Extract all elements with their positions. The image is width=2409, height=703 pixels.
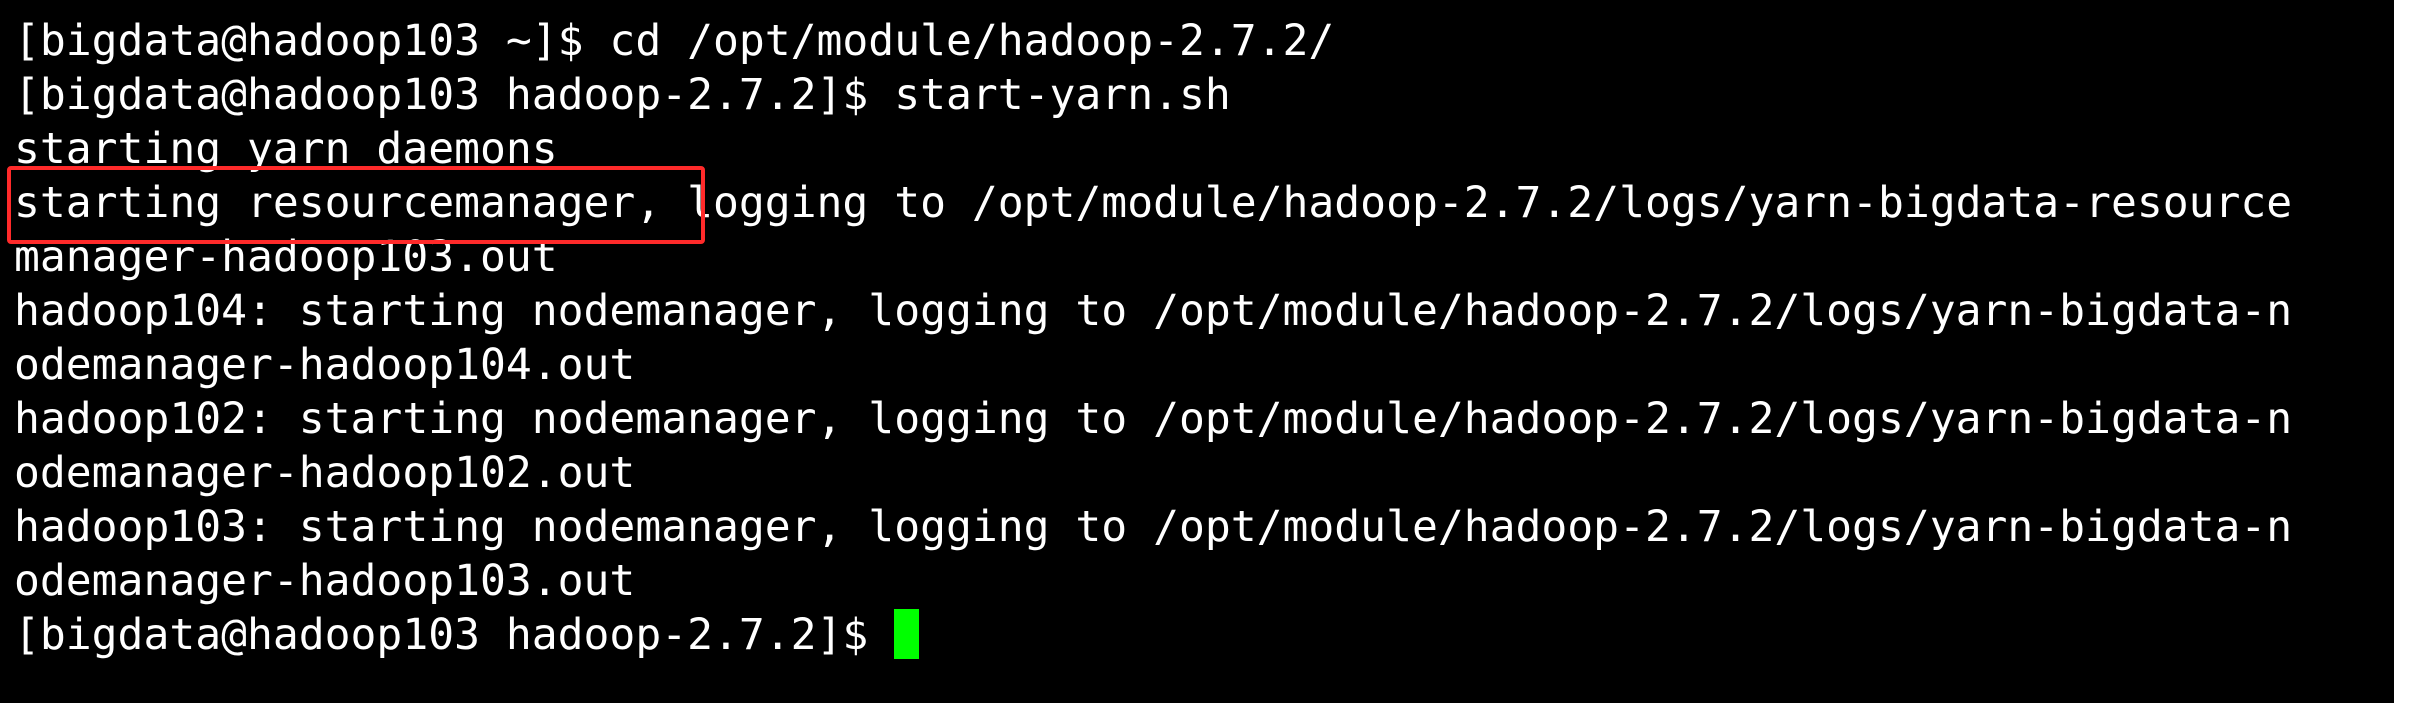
terminal-line: odemanager-hadoop102.out <box>14 448 636 498</box>
terminal-line: [bigdata@hadoop103 hadoop-2.7.2]$ start-… <box>14 70 1231 120</box>
terminal-cursor <box>894 609 920 659</box>
resourcemanager-highlight-box <box>7 166 705 244</box>
window-edge <box>2394 0 2409 703</box>
terminal-line: hadoop102: starting nodemanager, logging… <box>14 394 2293 444</box>
terminal-line: hadoop103: starting nodemanager, logging… <box>14 502 2293 552</box>
terminal-line: hadoop104: starting nodemanager, logging… <box>14 286 2293 336</box>
terminal-line: odemanager-hadoop103.out <box>14 556 636 606</box>
terminal-window[interactable]: [bigdata@hadoop103 ~]$ cd /opt/module/ha… <box>0 0 2394 703</box>
terminal-line: [bigdata@hadoop103 ~]$ cd /opt/module/ha… <box>14 16 1335 66</box>
terminal-prompt-line[interactable]: [bigdata@hadoop103 hadoop-2.7.2]$ <box>14 608 920 662</box>
terminal-line: odemanager-hadoop104.out <box>14 340 636 390</box>
terminal-prompt: [bigdata@hadoop103 hadoop-2.7.2]$ <box>14 610 869 660</box>
